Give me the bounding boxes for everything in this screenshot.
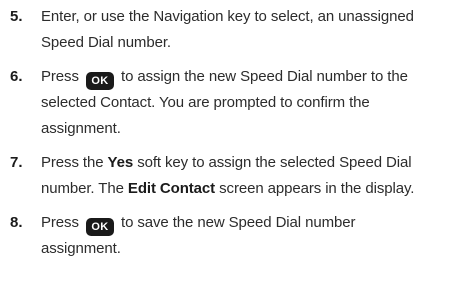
step-text-segment: soft key to assign the selected Speed Di…	[137, 154, 412, 171]
step-line: Speed Dial number.	[41, 34, 171, 51]
step-text: Press the Yes soft key to assign the sel…	[41, 150, 459, 202]
step-text-segment: screen appears in the display.	[219, 180, 415, 197]
step-text: Enter, or use the Navigation key to sele…	[41, 4, 459, 56]
step-text-segment: Press	[41, 214, 79, 231]
step-number: 8.	[10, 214, 23, 231]
yes-softkey-label: Yes	[107, 154, 134, 171]
step-number: 5.	[10, 8, 23, 25]
step-line: assignment.	[41, 240, 121, 257]
ok-key-icon: OK	[85, 218, 114, 236]
step-number: 7.	[10, 154, 23, 171]
step-line: assignment.	[41, 120, 121, 137]
step-line: selected Contact. You are prompted to co…	[41, 94, 370, 111]
step-text-segment: to save the new Speed Dial number	[121, 214, 356, 231]
edit-contact-screen-label: Edit Contact	[127, 180, 216, 197]
step-line: Press the Yes soft key to assign the sel…	[41, 150, 459, 176]
step-line: Press OK to assign the new Speed Dial nu…	[41, 64, 459, 90]
step-text: Press OK to save the new Speed Dial numb…	[41, 210, 459, 262]
step-text-segment: Press	[41, 68, 79, 85]
step-line: number. The Edit Contact screen appears …	[41, 176, 459, 202]
step-text-segment: Press the	[41, 154, 104, 171]
step-text-segment: to assign the new Speed Dial number to t…	[121, 68, 408, 85]
step-line: Enter, or use the Navigation key to sele…	[41, 8, 414, 25]
step-text: Press OK to assign the new Speed Dial nu…	[41, 64, 459, 142]
step-number: 6.	[10, 68, 23, 85]
step-line: Press OK to save the new Speed Dial numb…	[41, 210, 459, 236]
step-text-segment: number. The	[41, 180, 124, 197]
ok-key-icon: OK	[85, 72, 114, 90]
instruction-steps: 5. Enter, or use the Navigation key to s…	[0, 0, 462, 285]
